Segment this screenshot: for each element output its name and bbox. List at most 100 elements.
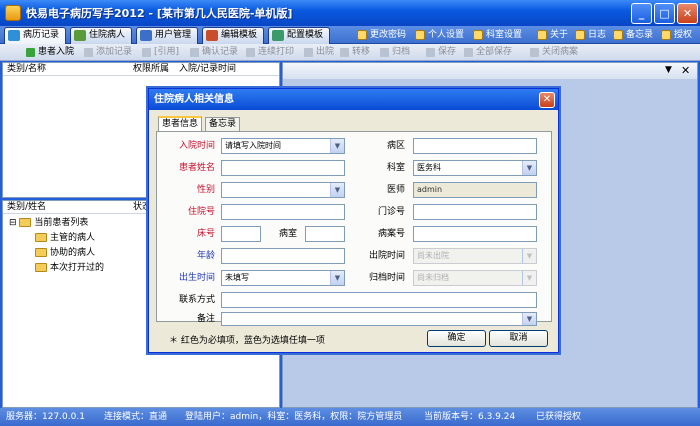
- inpatient-icon: [74, 30, 86, 41]
- archive-button[interactable]: 归档: [380, 46, 410, 59]
- dept-select[interactable]: 医务科 ▼: [413, 160, 537, 176]
- label-dept: 科室: [386, 163, 405, 173]
- tree-root[interactable]: ⊟ 当前患者列表: [9, 216, 88, 230]
- tab-config-template[interactable]: 配置模板: [268, 27, 330, 44]
- toolbar: 患者入院 添加记录 [引用] 确认记录 连续打印 出院 转移 归档 保存 全部保…: [0, 44, 700, 61]
- required-hint: ＊ 红色为必填项，蓝色为选填任填一项: [169, 336, 325, 346]
- folder-icon: [35, 233, 47, 242]
- authorize-button[interactable]: 授权: [660, 28, 692, 42]
- admit-patient-button[interactable]: 患者入院: [26, 46, 74, 59]
- change-password-button[interactable]: 更改密码: [356, 28, 406, 42]
- remark-select[interactable]: ▼: [221, 312, 537, 326]
- batch-print-button[interactable]: 连续打印: [246, 46, 294, 59]
- about-button[interactable]: 关于: [536, 28, 568, 42]
- archive-icon: [380, 48, 389, 57]
- inpatient-no-field[interactable]: [221, 204, 345, 220]
- label-case-no: 病案号: [377, 229, 405, 239]
- log-icon: [575, 30, 585, 40]
- dept-icon: [473, 30, 483, 40]
- status-version: 当前版本号：6.3.9.24: [424, 412, 516, 422]
- status-login: 登陆用户：admin，科室：医务科，权限：院方管理员: [185, 412, 403, 422]
- chevron-down-icon: ▼: [522, 313, 536, 325]
- label-doctor: 医师: [386, 185, 405, 195]
- edit-template-icon: [206, 30, 218, 41]
- discharge-icon: [304, 48, 313, 57]
- pane-close-icon[interactable]: ✕: [681, 64, 690, 77]
- save-all-icon: [464, 48, 473, 57]
- room-field[interactable]: [305, 226, 345, 242]
- document-pane-header: ▼ ✕: [283, 63, 697, 79]
- age-field[interactable]: [221, 248, 345, 264]
- label-bed-no: 床号: [196, 229, 215, 239]
- tab-inpatients[interactable]: 住院病人: [70, 27, 132, 44]
- maximize-button[interactable]: □: [654, 3, 675, 24]
- add-record-button[interactable]: 添加记录: [84, 46, 132, 59]
- tab-memo[interactable]: 备忘录: [205, 117, 241, 131]
- status-connection: 连接模式：直通: [104, 412, 168, 422]
- discharge-time-select: 尚未出院 ▼: [413, 248, 537, 264]
- label-admit-time: 入院时间: [178, 141, 215, 151]
- label-room: 病室: [278, 229, 297, 239]
- minimize-button[interactable]: _: [631, 3, 652, 24]
- tree-item-attending[interactable]: 主管的病人: [35, 231, 95, 245]
- case-no-field[interactable]: [413, 226, 537, 242]
- chevron-down-icon: ▼: [522, 161, 536, 175]
- admit-time-select[interactable]: 请填写入院时间 ▼: [221, 138, 345, 154]
- memo-button[interactable]: 备忘录: [612, 28, 653, 42]
- ok-button[interactable]: 确定: [427, 330, 486, 347]
- close-button[interactable]: ✕: [677, 3, 698, 24]
- cancel-button[interactable]: 取消: [489, 330, 548, 347]
- dialog-close-button[interactable]: ✕: [539, 92, 555, 108]
- window-title: 快易电子病历写手2012 - [某市第几人民医院-单机版]: [26, 7, 293, 20]
- folder-icon: [19, 218, 32, 227]
- col-category-name[interactable]: 类别/名称: [7, 63, 46, 75]
- patient-form: 入院时间 请填写入院时间 ▼ 病区 患者姓名 科室 医务科 ▼ 性别 ▼ 医师 ad…: [156, 131, 552, 326]
- outpatient-no-field[interactable]: [413, 204, 537, 220]
- col-admit-time[interactable]: 入院/记录时间: [179, 63, 236, 75]
- quote-icon: [142, 48, 151, 57]
- collapse-toggle-icon[interactable]: ⊟: [9, 218, 17, 228]
- save-button[interactable]: 保存: [426, 46, 456, 59]
- transfer-icon: [340, 48, 349, 57]
- sex-select[interactable]: ▼: [221, 182, 345, 198]
- col-category-patient[interactable]: 类别/姓名: [7, 201, 46, 213]
- tab-edit-template[interactable]: 编辑模板: [202, 27, 264, 44]
- save-icon: [426, 48, 435, 57]
- pane-menu-icon[interactable]: ▼: [665, 65, 672, 75]
- birth-time-select[interactable]: 未填写 ▼: [221, 270, 345, 286]
- dept-settings-button[interactable]: 科室设置: [472, 28, 522, 42]
- folder-icon: [35, 263, 47, 272]
- close-case-button[interactable]: 关闭病案: [530, 46, 578, 59]
- quote-button[interactable]: [引用]: [142, 46, 179, 59]
- save-all-button[interactable]: 全部保存: [464, 46, 512, 59]
- users-icon: [140, 30, 152, 41]
- log-button[interactable]: 日志: [574, 28, 606, 42]
- print-icon: [246, 48, 255, 57]
- discharge-button[interactable]: 出院: [304, 46, 334, 59]
- tab-user-management[interactable]: 用户管理: [136, 27, 198, 44]
- chevron-down-icon: ▼: [330, 139, 344, 153]
- key-icon: [661, 30, 671, 40]
- confirm-record-button[interactable]: 确认记录: [190, 46, 238, 59]
- patient-name-field[interactable]: [221, 160, 345, 176]
- ward-area-field[interactable]: [413, 138, 537, 154]
- status-bar: 服务器：127.0.0.1 连接模式：直通 登陆用户：admin，科室：医务科，…: [0, 408, 700, 426]
- col-permission[interactable]: 权限所属: [133, 63, 169, 75]
- gear-icon: [357, 30, 367, 40]
- tree-item-assisting[interactable]: 协助的病人: [35, 246, 95, 260]
- tree-item-recent[interactable]: 本次打开过的: [35, 261, 104, 275]
- chevron-down-icon: ▼: [330, 183, 344, 197]
- contact-field[interactable]: [221, 292, 537, 308]
- label-archive-time: 归档时间: [368, 273, 405, 283]
- chevron-down-icon: ▼: [522, 249, 536, 263]
- records-icon: [8, 30, 20, 41]
- tab-medical-records[interactable]: 病历记录: [4, 27, 66, 44]
- info-icon: [537, 30, 547, 40]
- transfer-button[interactable]: 转移: [340, 46, 370, 59]
- chevron-down-icon: ▼: [522, 271, 536, 285]
- label-discharge-time: 出院时间: [368, 251, 405, 261]
- close-case-icon: [530, 48, 539, 57]
- config-template-icon: [272, 30, 284, 41]
- tab-patient-info[interactable]: 患者信息: [158, 116, 203, 132]
- personal-settings-button[interactable]: 个人设置: [414, 28, 464, 42]
